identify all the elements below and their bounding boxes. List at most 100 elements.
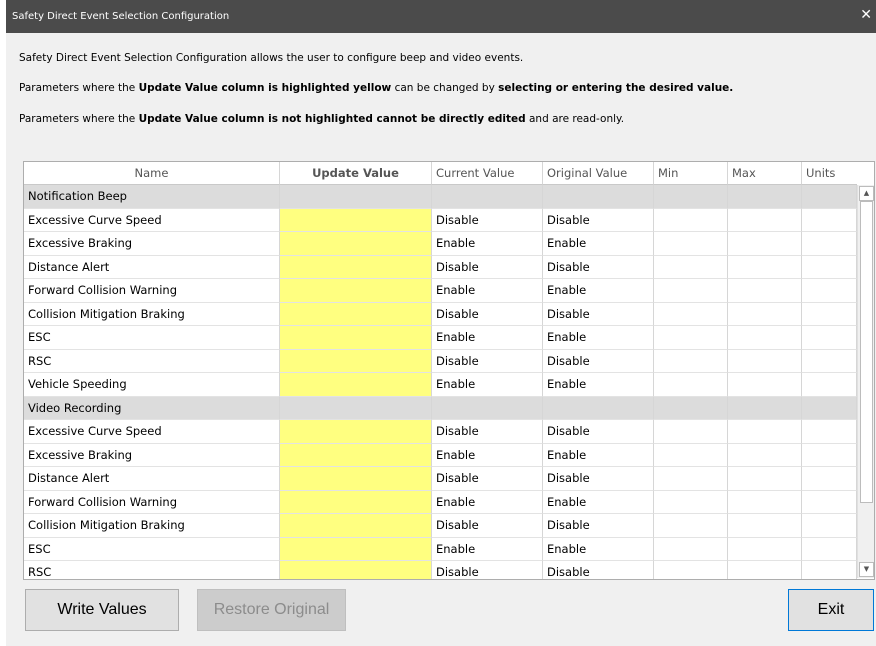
column-header-name[interactable]: Name: [24, 162, 280, 185]
vertical-scrollbar[interactable]: ▲ ▼: [857, 185, 874, 578]
update-value-cell: [280, 185, 432, 209]
exit-button[interactable]: Exit: [788, 589, 874, 631]
units-cell: [802, 279, 857, 303]
min-cell: [654, 185, 728, 209]
update-value-cell[interactable]: [280, 302, 432, 326]
intro-line-3: Parameters where the Update Value column…: [19, 113, 625, 125]
scroll-thumb[interactable]: [860, 201, 873, 503]
units-cell: [802, 373, 857, 397]
min-cell: [654, 420, 728, 444]
original-value-cell: Disable: [543, 514, 654, 538]
update-value-cell[interactable]: [280, 326, 432, 350]
max-cell: [728, 326, 802, 350]
write-values-button[interactable]: Write Values: [25, 589, 179, 631]
intro-line-2: Parameters where the Update Value column…: [19, 82, 734, 94]
table-row[interactable]: Excessive Curve Speed Disable Disable: [24, 420, 857, 444]
current-value-cell: Enable: [432, 279, 543, 303]
current-value-cell: Enable: [432, 373, 543, 397]
current-value-cell: Disable: [432, 349, 543, 373]
units-cell: [802, 467, 857, 491]
update-value-cell[interactable]: [280, 537, 432, 561]
scroll-down-icon[interactable]: ▼: [859, 562, 874, 577]
column-header-min[interactable]: Min: [654, 162, 728, 185]
units-cell: [802, 420, 857, 444]
table-row[interactable]: ESC Enable Enable: [24, 537, 857, 561]
column-header-units[interactable]: Units: [802, 162, 857, 185]
group-row: Video Recording: [24, 396, 857, 420]
units-cell: [802, 396, 857, 420]
close-icon[interactable]: ✕: [860, 8, 872, 22]
min-cell: [654, 490, 728, 514]
update-value-cell[interactable]: [280, 232, 432, 256]
group-row: Notification Beep: [24, 185, 857, 209]
update-value-cell[interactable]: [280, 349, 432, 373]
column-header-update-value[interactable]: Update Value: [280, 162, 432, 185]
scroll-up-icon[interactable]: ▲: [859, 186, 874, 201]
max-cell: [728, 279, 802, 303]
max-cell: [728, 396, 802, 420]
table-row[interactable]: Excessive Braking Enable Enable: [24, 232, 857, 256]
update-value-cell[interactable]: [280, 373, 432, 397]
restore-original-button[interactable]: Restore Original: [197, 589, 346, 631]
column-header-current-value[interactable]: Current Value: [432, 162, 543, 185]
name-cell: ESC: [24, 326, 280, 350]
name-cell: Distance Alert: [24, 255, 280, 279]
max-cell: [728, 349, 802, 373]
table-row[interactable]: RSC Disable Disable: [24, 349, 857, 373]
units-cell: [802, 302, 857, 326]
units-cell: [802, 561, 857, 579]
table-row[interactable]: ESC Enable Enable: [24, 326, 857, 350]
table-row[interactable]: Distance Alert Disable Disable: [24, 467, 857, 491]
update-value-cell[interactable]: [280, 420, 432, 444]
table-row[interactable]: Collision Mitigation Braking Disable Disab…: [24, 514, 857, 538]
current-value-cell: Enable: [432, 537, 543, 561]
max-cell: [728, 208, 802, 232]
original-value-cell: [543, 185, 654, 209]
min-cell: [654, 232, 728, 256]
min-cell: [654, 561, 728, 579]
parameter-grid[interactable]: Name Update Value Current Value Original…: [23, 161, 875, 580]
original-value-cell: Disable: [543, 255, 654, 279]
table-row[interactable]: Collision Mitigation Braking Disable Disab…: [24, 302, 857, 326]
table-row[interactable]: Excessive Braking Enable Enable: [24, 443, 857, 467]
table-row[interactable]: Forward Collision Warning Enable Enable: [24, 490, 857, 514]
update-value-cell[interactable]: [280, 255, 432, 279]
column-header-max[interactable]: Max: [728, 162, 802, 185]
update-value-cell[interactable]: [280, 279, 432, 303]
column-header-original-value[interactable]: Original Value: [543, 162, 654, 185]
update-value-cell[interactable]: [280, 443, 432, 467]
max-cell: [728, 443, 802, 467]
min-cell: [654, 537, 728, 561]
original-value-cell: Enable: [543, 232, 654, 256]
max-cell: [728, 373, 802, 397]
min-cell: [654, 208, 728, 232]
current-value-cell: Disable: [432, 255, 543, 279]
table-row[interactable]: Distance Alert Disable Disable: [24, 255, 857, 279]
max-cell: [728, 185, 802, 209]
current-value-cell: Disable: [432, 467, 543, 491]
current-value-cell: Disable: [432, 514, 543, 538]
update-value-cell[interactable]: [280, 561, 432, 579]
name-cell: ESC: [24, 537, 280, 561]
max-cell: [728, 420, 802, 444]
units-cell: [802, 232, 857, 256]
units-cell: [802, 185, 857, 209]
original-value-cell: Disable: [543, 208, 654, 232]
table-row[interactable]: RSC Disable Disable: [24, 561, 857, 579]
max-cell: [728, 302, 802, 326]
title-bar: Safety Direct Event Selection Configurat…: [6, 0, 876, 33]
table-row[interactable]: Excessive Curve Speed Disable Disable: [24, 208, 857, 232]
original-value-cell: Enable: [543, 537, 654, 561]
original-value-cell: Disable: [543, 561, 654, 579]
min-cell: [654, 373, 728, 397]
original-value-cell: Enable: [543, 279, 654, 303]
name-cell: Excessive Curve Speed: [24, 420, 280, 444]
table-row[interactable]: Vehicle Speeding Enable Enable: [24, 373, 857, 397]
min-cell: [654, 514, 728, 538]
units-cell: [802, 514, 857, 538]
table-row[interactable]: Forward Collision Warning Enable Enable: [24, 279, 857, 303]
update-value-cell[interactable]: [280, 208, 432, 232]
update-value-cell[interactable]: [280, 514, 432, 538]
update-value-cell[interactable]: [280, 490, 432, 514]
update-value-cell[interactable]: [280, 467, 432, 491]
